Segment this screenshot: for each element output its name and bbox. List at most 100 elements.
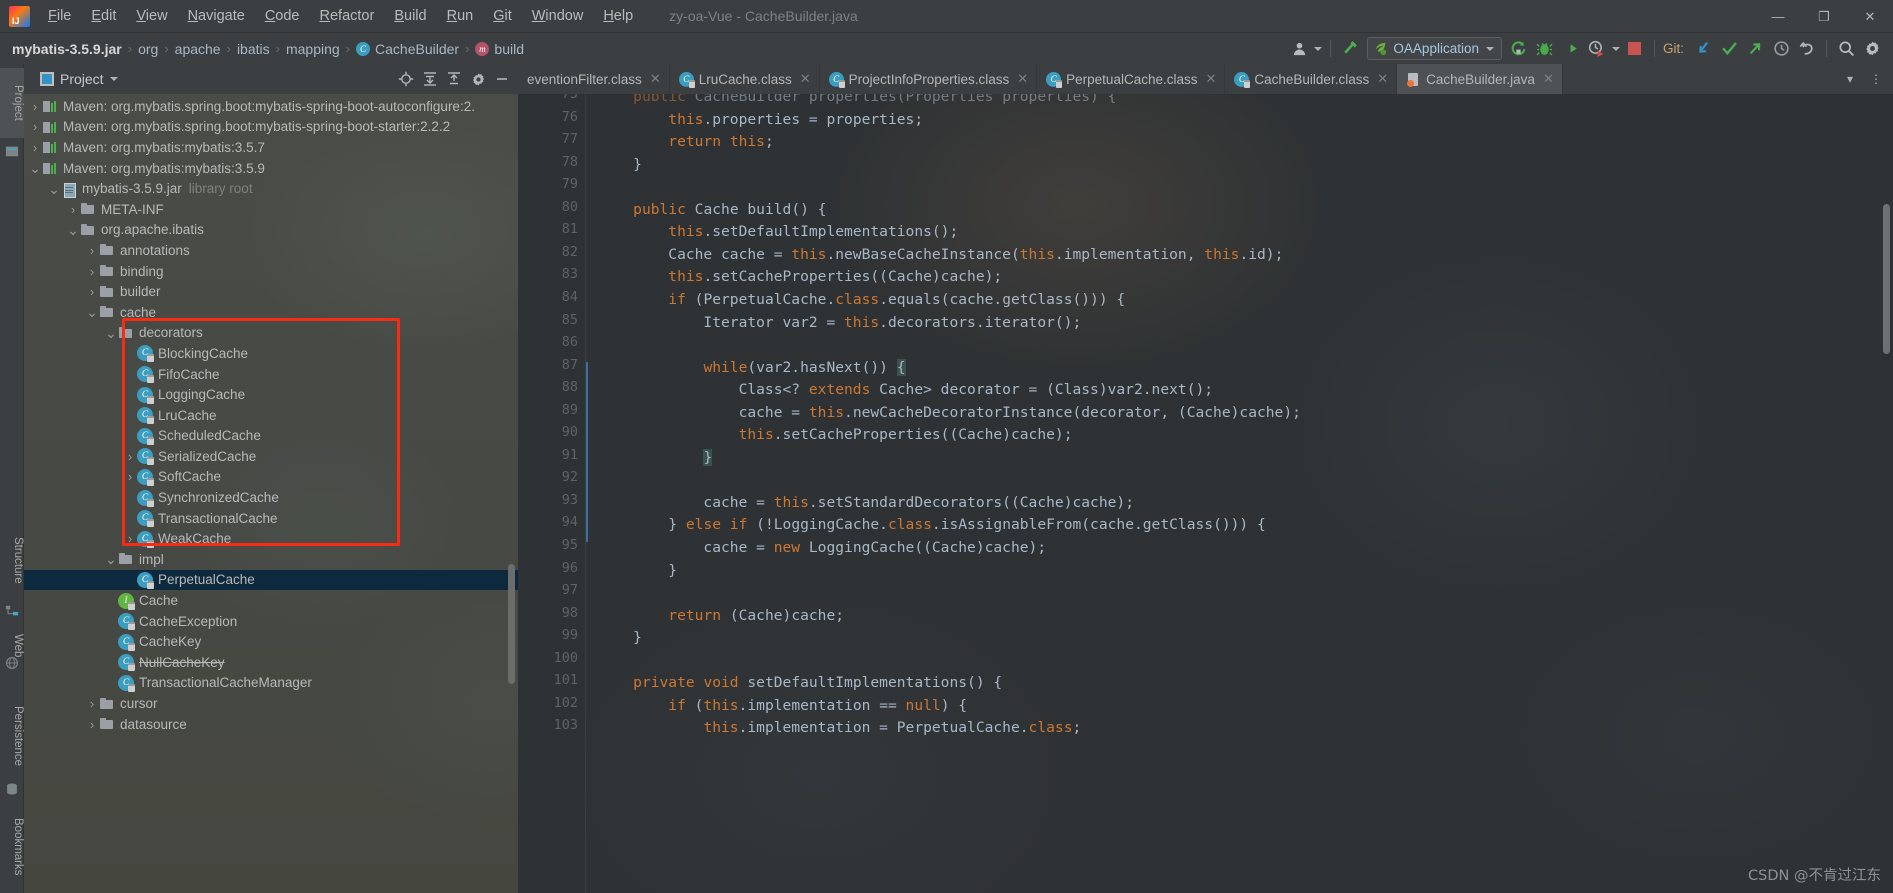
code-line[interactable]: private void setDefaultImplementations()… [598,672,1002,695]
profiler-chevron-down-icon[interactable] [1610,37,1622,61]
breadcrumb-item-mapping[interactable]: mapping [286,41,340,57]
chevron-right-icon[interactable]: › [66,202,80,217]
tree-row[interactable]: ⌄ org.apache.ibatis [24,220,518,241]
menu-item-refactor[interactable]: Refactor [310,5,385,27]
editor-tab-projectinfoproperties-class[interactable]: ProjectInfoProperties.class ✕ [820,64,1038,94]
breadcrumb-item-cachebuilder[interactable]: C CacheBuilder [356,41,459,57]
tree-row[interactable]: › WeakCache [24,528,518,549]
close-tab-icon[interactable]: ✕ [1205,71,1216,87]
code-line[interactable]: cache = this.setStandardDecorators((Cach… [598,492,1134,515]
history-icon[interactable] [1768,37,1794,61]
menu-item-file[interactable]: File [38,5,81,27]
editor-tab-cachebuilder-class[interactable]: CacheBuilder.class ✕ [1225,64,1398,94]
tree-row[interactable]: TransactionalCache [24,508,518,529]
tree-row[interactable]: Cache [24,590,518,611]
close-button[interactable]: ✕ [1847,0,1893,33]
menu-item-code[interactable]: Code [255,5,310,27]
tree-row[interactable]: ⌄ cache [24,302,518,323]
profiler-icon[interactable] [1584,37,1610,61]
git-push-icon[interactable] [1742,37,1768,61]
chevron-right-icon[interactable]: › [85,284,99,299]
breadcrumb-item-ibatis[interactable]: ibatis [237,41,270,57]
breadcrumb-item-mybatis-3-5-9-jar[interactable]: mybatis-3.5.9.jar [12,41,122,57]
debug-icon[interactable] [1532,37,1558,61]
tree-row[interactable]: CacheKey [24,631,518,652]
tree-row[interactable]: › SerializedCache [24,446,518,467]
chevron-down-icon[interactable]: ⌄ [66,223,80,237]
close-tab-icon[interactable]: ✕ [1017,71,1028,87]
minimize-button[interactable]: — [1755,0,1801,33]
settings-gear-icon[interactable] [466,67,490,91]
code-line[interactable]: } [598,447,713,470]
chevron-right-icon[interactable]: › [28,119,42,134]
tree-row[interactable]: › META-INF [24,199,518,220]
close-tab-icon[interactable]: ✕ [650,71,661,87]
breadcrumb-item-org[interactable]: org [138,41,158,57]
code-line[interactable]: return this; [598,131,773,154]
code-line[interactable]: } [598,154,642,177]
chevron-down-icon[interactable]: ⌄ [104,326,118,340]
tree-row[interactable]: SynchronizedCache [24,487,518,508]
code-editor[interactable]: 75 76 77 78 79 80 81 82 83 84 85 86 87 88 89 90 91 92 93 94… [518,94,1893,893]
chevron-right-icon[interactable]: › [123,531,137,546]
chevron-down-icon[interactable]: ⌄ [28,161,42,175]
undo-icon[interactable] [1794,37,1820,61]
stripe-item-structure[interactable]: Structure [0,519,24,601]
tree-row[interactable]: ⌄ decorators [24,323,518,344]
close-tab-icon[interactable]: ✕ [800,71,811,87]
tree-row[interactable]: LruCache [24,405,518,426]
code-line[interactable]: this.setDefaultImplementations(); [598,221,958,244]
menu-item-view[interactable]: View [126,5,177,27]
code-line[interactable]: Class<? extends Cache> decorator = (Clas… [598,379,1213,402]
hide-panel-icon[interactable] [490,67,514,91]
code-line[interactable]: } else if (!LoggingCache.class.isAssigna… [598,514,1266,537]
code-line[interactable]: cache = new LoggingCache((Cache)cache); [598,537,1046,560]
editor-code-area[interactable]: public CacheBuilder properties(Propertie… [598,94,1888,893]
code-line[interactable]: return (Cache)cache; [598,605,844,628]
tree-row[interactable]: BlockingCache [24,343,518,364]
close-tab-icon[interactable]: ✕ [1543,71,1554,87]
editor-tab-perpetualcache-class[interactable]: PerpetualCache.class ✕ [1037,64,1226,94]
editor-tab-cachebuilder-java[interactable]: CacheBuilder.java ✕ [1397,64,1563,94]
tree-row[interactable]: › annotations [24,240,518,261]
user-avatar-icon[interactable] [1286,37,1312,61]
code-line[interactable]: public CacheBuilder properties(Propertie… [598,94,1116,109]
menu-item-navigate[interactable]: Navigate [178,5,255,27]
chevron-right-icon[interactable]: › [85,717,99,732]
git-commit-icon[interactable] [1716,37,1742,61]
stripe-item-bookmarks[interactable]: Bookmarks [0,806,24,888]
tree-row[interactable]: › Maven: org.mybatis.spring.boot:mybatis-… [24,117,518,138]
chevron-right-icon[interactable]: › [85,264,99,279]
run-config-chevron-down-icon[interactable] [1485,46,1494,51]
close-tab-icon[interactable]: ✕ [1377,71,1388,87]
code-line[interactable]: this.implementation = PerpetualCache.cla… [598,717,1081,740]
git-update-project-icon[interactable] [1690,37,1716,61]
editor-tab-lrucache-class[interactable]: LruCache.class ✕ [670,64,820,94]
menu-item-edit[interactable]: Edit [81,5,126,27]
menu-item-window[interactable]: Window [522,5,594,27]
chevron-right-icon[interactable]: › [85,696,99,711]
code-line[interactable]: Iterator var2 = this.decorators.iterator… [598,312,1081,335]
search-everywhere-icon[interactable] [1833,37,1859,61]
collapse-all-icon[interactable] [442,67,466,91]
tree-row[interactable]: TransactionalCacheManager [24,673,518,694]
build-hammer-icon[interactable] [1337,37,1363,61]
code-line[interactable]: } [598,627,642,650]
chevron-right-icon[interactable]: › [28,99,42,114]
run-with-coverage-icon[interactable] [1558,37,1584,61]
chevron-right-icon[interactable]: › [85,243,99,258]
stripe-item-project[interactable]: Project [0,68,24,138]
tab-list-chevron-down-icon[interactable]: ▾ [1837,66,1863,92]
tree-vertical-scrollbar[interactable] [508,564,515,684]
chevron-down-icon[interactable]: ⌄ [85,305,99,319]
tree-row[interactable]: › Maven: org.mybatis.spring.boot:mybatis-… [24,96,518,117]
chevron-down-icon[interactable]: ⌄ [47,182,61,196]
tree-row[interactable]: FifoCache [24,364,518,385]
code-line[interactable]: public Cache build() { [598,199,826,222]
code-line[interactable]: this.setCacheProperties((Cache)cache); [598,424,1073,447]
chevron-down-icon[interactable]: ⌄ [104,552,118,566]
tree-row[interactable]: LoggingCache [24,384,518,405]
chevron-right-icon[interactable]: › [28,140,42,155]
tree-row[interactable]: › binding [24,261,518,282]
breadcrumb-item-apache[interactable]: apache [175,41,221,57]
